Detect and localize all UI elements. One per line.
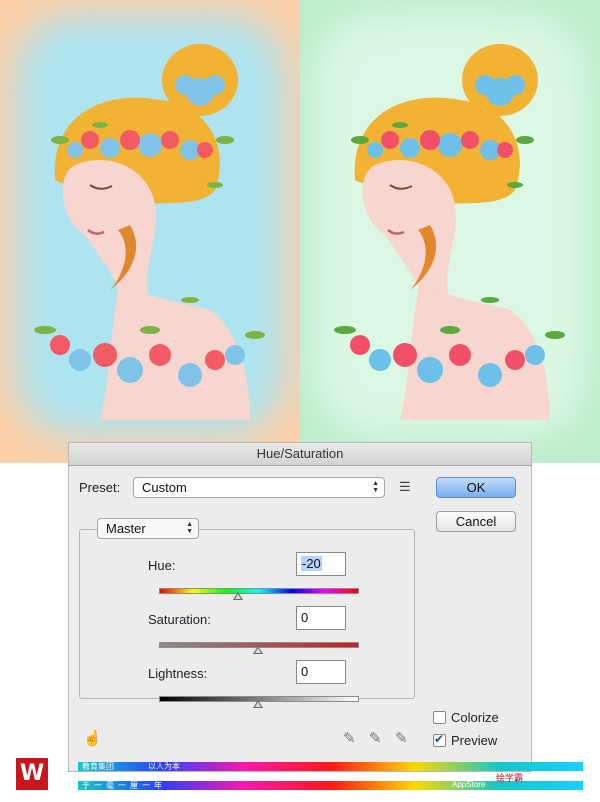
watermark-text-2: 于一毫一厘一年 bbox=[82, 781, 166, 790]
preview-checkbox[interactable] bbox=[433, 732, 446, 747]
watermark-text-1: 教育集团 bbox=[82, 762, 114, 771]
watermark-appstore: AppStore bbox=[452, 780, 486, 789]
lightness-label: Lightness: bbox=[148, 666, 208, 681]
preview-label: Preview bbox=[451, 733, 498, 748]
watermark-logo: W bbox=[16, 758, 48, 790]
adjusted-illustration bbox=[300, 0, 600, 463]
channel-select[interactable]: Master ▲ ▼ bbox=[97, 518, 199, 539]
colorize-label: Colorize bbox=[451, 710, 499, 725]
watermark-brand: 绘学霸 bbox=[496, 773, 524, 783]
adjustment-group: Master ▲ ▼ Hue: -20 Saturation: 0 Lightne… bbox=[79, 518, 415, 708]
preset-menu-icon[interactable]: ☰ bbox=[399, 479, 411, 495]
cancel-button[interactable]: Cancel bbox=[436, 511, 516, 532]
lightness-value: 0 bbox=[301, 664, 309, 679]
hue-slider[interactable] bbox=[159, 588, 359, 594]
lightness-slider-thumb[interactable] bbox=[253, 700, 263, 708]
saturation-slider-thumb[interactable] bbox=[253, 646, 263, 654]
lightness-input[interactable]: 0 bbox=[296, 660, 346, 684]
preset-label: Preset: bbox=[79, 480, 121, 495]
girl-illustration-hue-shifted bbox=[334, 44, 565, 420]
girl-illustration bbox=[34, 44, 265, 420]
dialog-title: Hue/Saturation bbox=[69, 443, 531, 466]
hue-saturation-dialog: Hue/Saturation Preset: Custom ▲ ▼ ☰ OK Ca… bbox=[68, 442, 532, 772]
updown-arrows-icon: ▲ ▼ bbox=[372, 480, 379, 494]
preset-select[interactable]: Custom ▲ ▼ bbox=[133, 477, 385, 498]
hand-scrubby-icon[interactable]: ☝ bbox=[83, 729, 102, 747]
eyedropper-icon[interactable]: ✎ bbox=[343, 729, 356, 747]
hue-input[interactable]: -20 bbox=[296, 552, 346, 576]
preset-value: Custom bbox=[142, 480, 187, 495]
ok-button[interactable]: OK bbox=[436, 477, 516, 498]
watermark-tagline: 以人为本 bbox=[148, 762, 180, 771]
eyedropper-plus-icon[interactable]: ✎ bbox=[369, 729, 382, 747]
original-illustration bbox=[0, 0, 300, 463]
hue-label: Hue: bbox=[148, 558, 176, 573]
saturation-value: 0 bbox=[301, 610, 309, 625]
eyedropper-minus-icon[interactable]: ✎ bbox=[395, 729, 408, 747]
saturation-label: Saturation: bbox=[148, 612, 211, 627]
updown-arrows-icon: ▲ ▼ bbox=[186, 521, 193, 535]
hue-value: -20 bbox=[301, 556, 322, 571]
hue-slider-thumb[interactable] bbox=[233, 592, 244, 600]
saturation-input[interactable]: 0 bbox=[296, 606, 346, 630]
colorize-checkbox[interactable] bbox=[433, 711, 446, 724]
channel-value: Master bbox=[106, 521, 146, 536]
